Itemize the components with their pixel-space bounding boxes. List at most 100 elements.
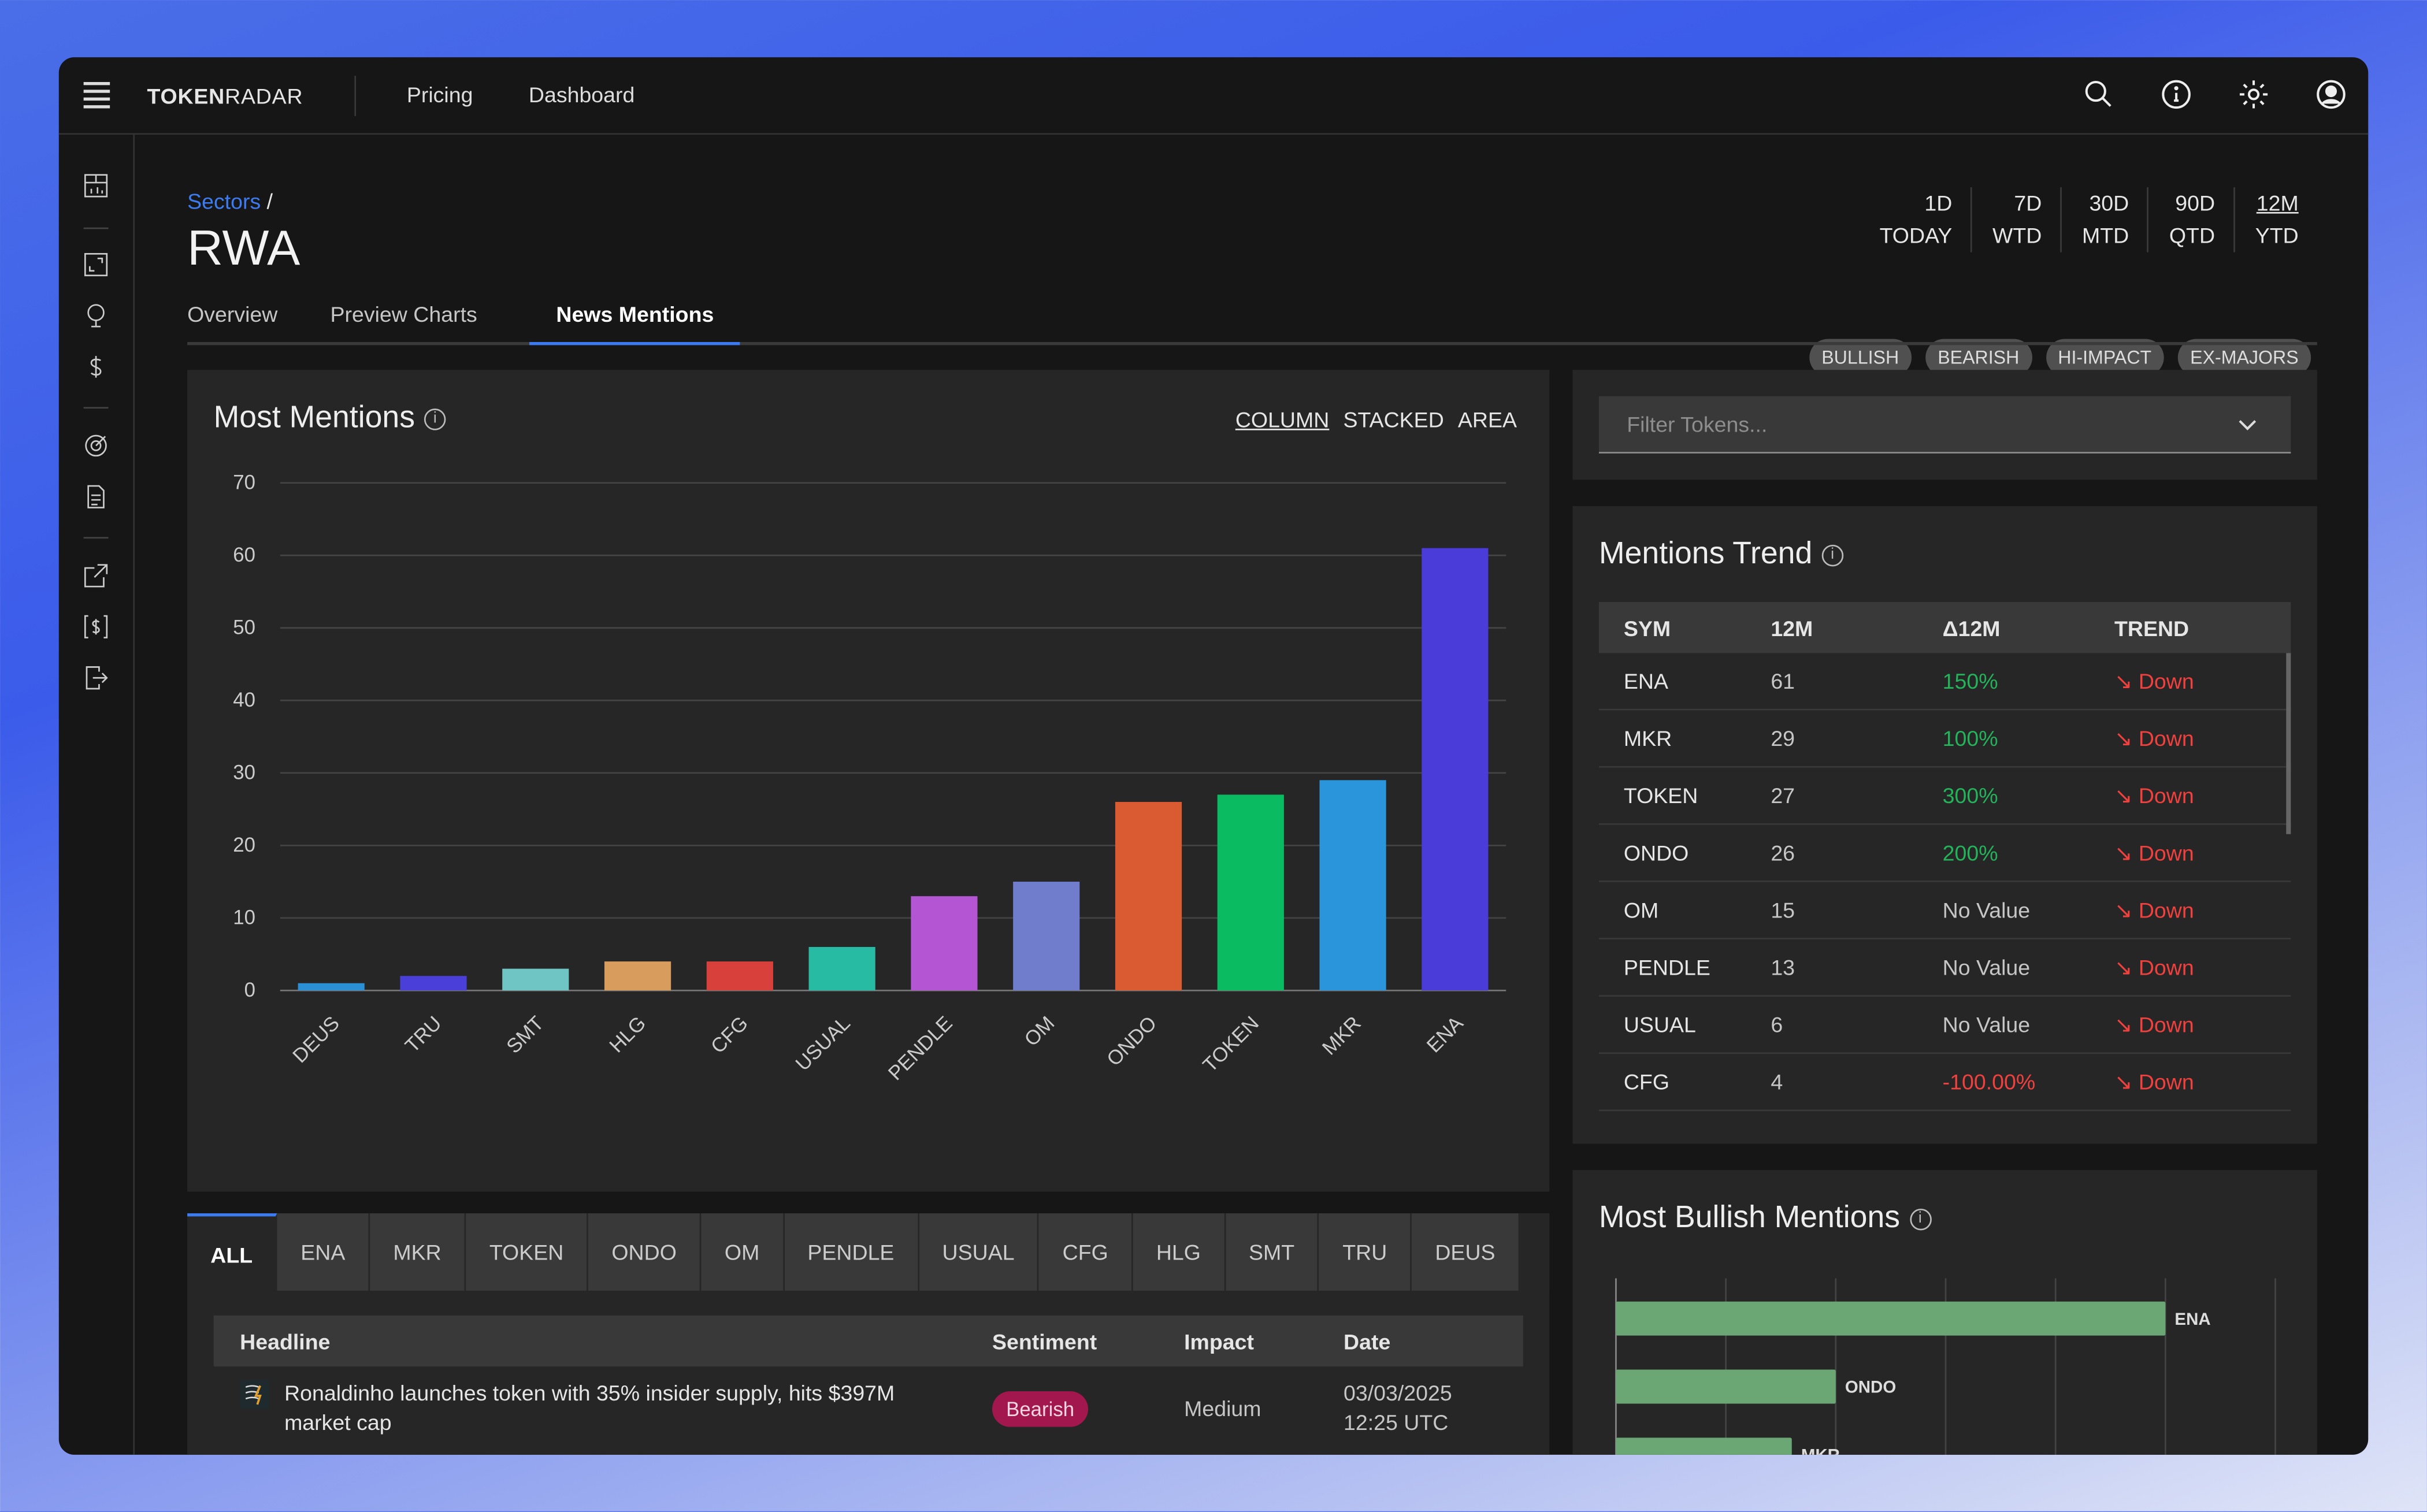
header-trend[interactable]: TREND xyxy=(2114,615,2291,640)
scrollbar[interactable] xyxy=(2286,653,2291,834)
x-tick-label: SMT xyxy=(502,1012,548,1058)
period-top: 30D xyxy=(2089,190,2129,216)
trend-label: Down xyxy=(2138,1011,2194,1037)
header-headline[interactable]: Headline xyxy=(214,1329,992,1354)
token-tab-pendle[interactable]: PENDLE xyxy=(784,1213,919,1291)
trend-sym: OM xyxy=(1623,897,1659,923)
header-sym[interactable]: SYM xyxy=(1599,615,1771,640)
period-bottom: MTD xyxy=(2082,222,2129,248)
trend-direction: ↘ Down xyxy=(2114,725,2291,752)
chart-type-area[interactable]: AREA xyxy=(1458,407,1517,432)
divider xyxy=(83,227,109,229)
trend-sym: PENDLE xyxy=(1623,954,1710,980)
table-row[interactable]: PENDLE 13 No Value ↘ Down xyxy=(1598,939,2291,997)
table-row[interactable]: TOKEN 27 300% ↘ Down xyxy=(1598,768,2291,825)
token-tab-tru[interactable]: TRU xyxy=(1319,1213,1412,1291)
header-delta[interactable]: Δ12M xyxy=(1943,615,2114,640)
token-tab-mkr[interactable]: MKR xyxy=(370,1213,466,1291)
token-tab-smt[interactable]: SMT xyxy=(1225,1213,1320,1291)
x-tick-label: ONDO xyxy=(1103,1012,1161,1070)
news-headline[interactable]: Ronaldinho launches token with 35% insid… xyxy=(284,1379,961,1438)
dollar-icon[interactable] xyxy=(84,354,109,379)
nav-pricing[interactable]: Pricing xyxy=(407,81,473,106)
table-row[interactable]: Ronaldinho launches token with 35% insid… xyxy=(214,1366,1523,1437)
header-date[interactable]: Date xyxy=(1344,1329,1523,1354)
expand-icon[interactable] xyxy=(84,252,109,277)
token-tab-hlg[interactable]: HLG xyxy=(1133,1213,1226,1291)
token-tab-cfg[interactable]: CFG xyxy=(1039,1213,1133,1291)
divider xyxy=(354,75,356,116)
most-mentions-panel: Most Mentions i COLUMN STACKED AREA 0 10 20 30… xyxy=(187,370,1550,1192)
token-tab-ondo[interactable]: ONDO xyxy=(588,1213,702,1291)
arrow-down-right-icon: ↘ xyxy=(2114,839,2139,864)
mentions-trend-panel: Mentions Trend i SYM 12M Δ12M TREND ENA 61… xyxy=(1572,506,2317,1144)
y-tick-label: 20 xyxy=(233,834,255,856)
bar-tru xyxy=(400,976,467,991)
external-link-icon[interactable] xyxy=(84,563,109,588)
y-tick-label: 0 xyxy=(244,979,255,1001)
trend-delta: -100.00% xyxy=(1942,1069,2036,1094)
bar-token xyxy=(1217,794,1284,991)
filter-panel: Filter Tokens... xyxy=(1572,370,2317,480)
token-tab-all[interactable]: ALL xyxy=(187,1213,278,1291)
table-row[interactable]: MKR 29 100% ↘ Down xyxy=(1598,710,2291,768)
token-tab-token[interactable]: TOKEN xyxy=(466,1213,589,1291)
info-icon[interactable]: i xyxy=(1909,1208,1931,1230)
table-row[interactable]: ENA 61 150% ↘ Down xyxy=(1598,653,2291,711)
chart-type-selector: COLUMN STACKED AREA xyxy=(1235,407,1517,432)
token-tab-om[interactable]: OM xyxy=(701,1213,785,1291)
chart-type-stacked[interactable]: STACKED xyxy=(1343,407,1443,432)
app-window: TOKENRADAR Pricing Dashboard Sectors / RW… xyxy=(58,57,2369,1455)
tab-overview[interactable]: Overview xyxy=(187,302,304,342)
y-tick-label: 70 xyxy=(233,471,255,493)
trend-sym: CFG xyxy=(1623,1069,1670,1094)
menu-icon[interactable] xyxy=(83,81,110,109)
trend-12m: 4 xyxy=(1771,1069,1783,1094)
period-option[interactable]: 12M YTD xyxy=(2233,187,2299,252)
token-tab-usual[interactable]: USUAL xyxy=(919,1213,1040,1291)
token-tab-deus[interactable]: DEUS xyxy=(1412,1213,1520,1291)
info-icon[interactable]: i xyxy=(1821,544,1843,566)
header-impact[interactable]: Impact xyxy=(1184,1329,1344,1354)
bar-ondo xyxy=(1115,801,1182,991)
sun-icon[interactable] xyxy=(2238,79,2269,110)
token-tab-ena[interactable]: ENA xyxy=(277,1213,370,1291)
table-row[interactable]: ONDO 26 200% ↘ Down xyxy=(1598,825,2291,882)
trend-label: Down xyxy=(2138,954,2194,979)
panel-title: Most Bullish Mentions xyxy=(1598,1201,1901,1235)
arrow-down-right-icon: ↘ xyxy=(2114,667,2139,693)
tab-news-mentions[interactable]: News Mentions xyxy=(529,302,740,346)
period-option[interactable]: 90D QTD xyxy=(2147,187,2233,252)
logout-icon[interactable] xyxy=(84,666,109,690)
arrow-down-right-icon: ↘ xyxy=(2114,725,2139,750)
nav-dashboard[interactable]: Dashboard xyxy=(529,81,634,106)
breadcrumb-sectors[interactable]: Sectors xyxy=(187,189,261,214)
microphone-icon[interactable] xyxy=(84,303,109,328)
header-12m[interactable]: 12M xyxy=(1771,615,1942,640)
y-tick-label: 10 xyxy=(233,907,255,929)
info-icon[interactable] xyxy=(2161,79,2192,110)
table-row[interactable]: OM 15 No Value ↘ Down xyxy=(1598,882,2291,939)
document-icon[interactable] xyxy=(84,484,109,509)
trend-delta: 150% xyxy=(1942,668,1998,694)
search-icon[interactable] xyxy=(2083,79,2114,110)
table-row[interactable]: CFG 4 -100.00% ↘ Down xyxy=(1598,1054,2291,1112)
info-icon[interactable]: i xyxy=(424,407,446,430)
period-option[interactable]: 1D TODAY xyxy=(1860,187,1971,252)
page-tabs: Overview Preview Charts News Mentions xyxy=(187,302,2317,346)
table-row[interactable]: USUAL 6 No Value ↘ Down xyxy=(1598,997,2291,1054)
header-sentiment[interactable]: Sentiment xyxy=(992,1329,1184,1354)
logo[interactable]: TOKENRADAR xyxy=(147,83,303,107)
pricing-icon[interactable] xyxy=(84,614,109,639)
target-icon[interactable] xyxy=(84,433,109,458)
x-tick-label: TRU xyxy=(401,1012,446,1057)
period-option[interactable]: 7D WTD xyxy=(1970,187,2060,252)
chart-type-column[interactable]: COLUMN xyxy=(1235,407,1330,432)
filter-tokens-dropdown[interactable]: Filter Tokens... xyxy=(1598,396,2291,454)
tab-preview-charts[interactable]: Preview Charts xyxy=(331,302,504,342)
trend-direction: ↘ Down xyxy=(2114,668,2291,694)
dashboard-icon[interactable] xyxy=(84,173,109,198)
period-option[interactable]: 30D MTD xyxy=(2060,187,2148,252)
arrow-down-right-icon: ↘ xyxy=(2114,1011,2139,1037)
user-icon[interactable] xyxy=(2315,79,2347,110)
